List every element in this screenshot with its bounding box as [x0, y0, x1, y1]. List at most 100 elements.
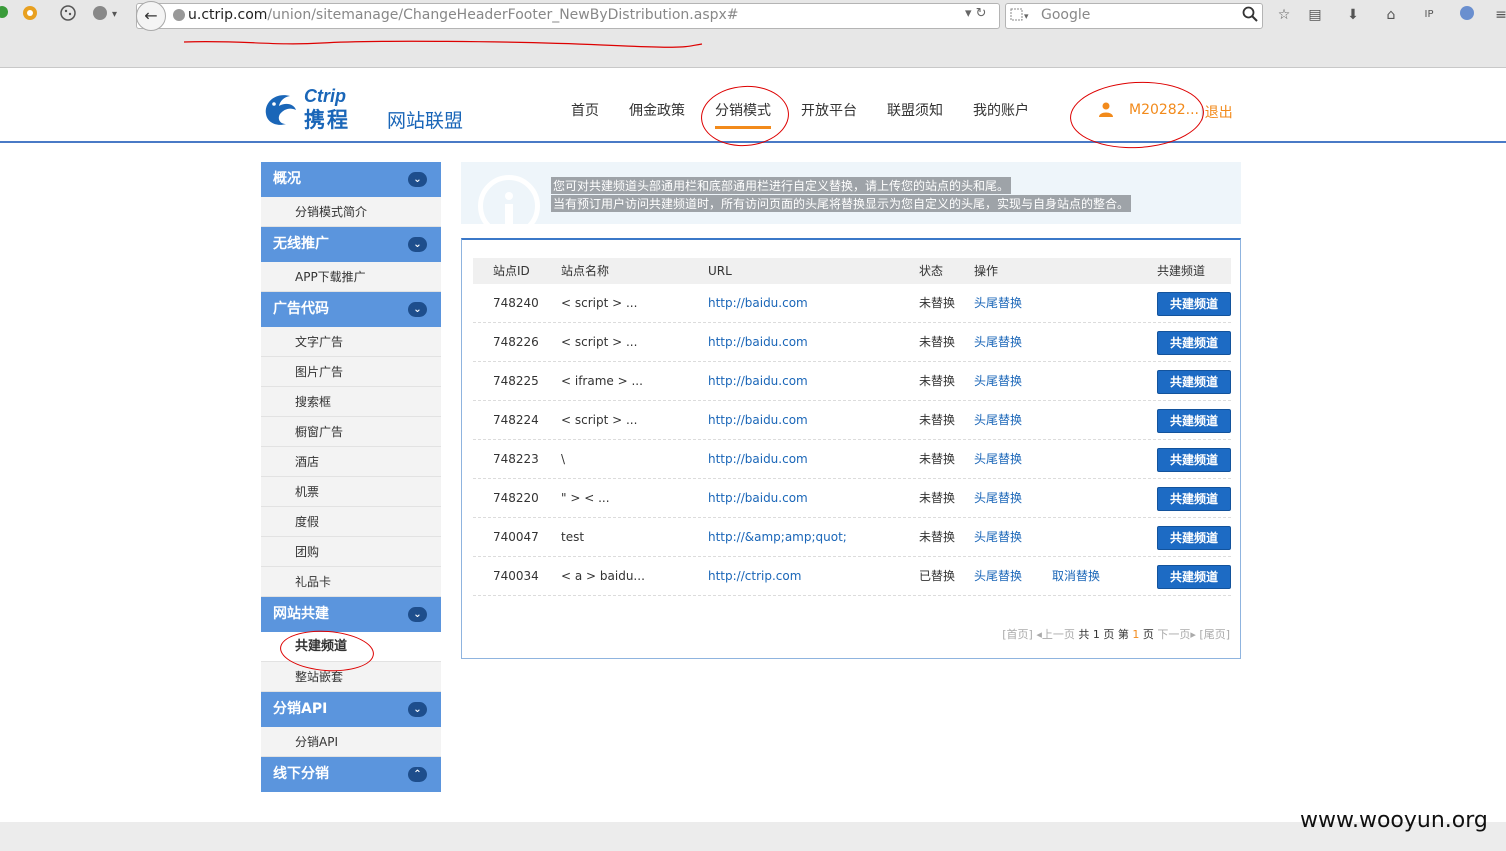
- pagination: [首页] ◂上一页 共 1 页 第 1 页 下一页▸ [尾页]: [1002, 626, 1230, 642]
- replace-header-footer-link[interactable]: 头尾替换: [974, 557, 1022, 595]
- nav-home[interactable]: 首页: [571, 100, 599, 120]
- sidebar-item-image-ad[interactable]: 图片广告: [261, 357, 441, 387]
- url-text[interactable]: u.ctrip.com/union/sitemanage/ChangeHeade…: [188, 7, 739, 23]
- cell-url-link[interactable]: http://baidu.com: [708, 323, 808, 361]
- sidebar-section-offline[interactable]: 线下分销 ⌃: [261, 757, 441, 792]
- ip-addon-icon[interactable]: IP: [1419, 5, 1439, 25]
- chevron-down-icon[interactable]: ⌄: [408, 702, 427, 717]
- nav-open-platform[interactable]: 开放平台: [801, 100, 857, 120]
- addon-icon[interactable]: [20, 5, 40, 25]
- cell-site-name: < a > baidu...: [561, 569, 645, 583]
- menu-icon[interactable]: ≡: [1491, 5, 1506, 25]
- cell-site-id: 740034: [493, 569, 539, 583]
- sidebar-item-hotel[interactable]: 酒店: [261, 447, 441, 477]
- download-icon[interactable]: ⬇: [1343, 5, 1363, 25]
- sidebar-item-group-buy[interactable]: 团购: [261, 537, 441, 567]
- back-button[interactable]: ←: [136, 1, 166, 31]
- cobuild-channel-button[interactable]: 共建频道: [1157, 565, 1231, 589]
- table-row: 740047 test http://&amp;amp;quot; 未替换 头尾替换 共建…: [473, 518, 1231, 557]
- cobuild-channel-button[interactable]: 共建频道: [1157, 370, 1231, 394]
- cobuild-channel-button[interactable]: 共建频道: [1157, 448, 1231, 472]
- cell-url-link[interactable]: http://baidu.com: [708, 401, 808, 439]
- annotation-underline: [183, 40, 703, 48]
- sidebar-section-api[interactable]: 分销API ⌄: [261, 692, 441, 727]
- pager-prev-label: 上一页: [1041, 628, 1075, 641]
- bookmarks-list-icon[interactable]: ▤: [1305, 5, 1325, 25]
- cobuild-channel-button[interactable]: 共建频道: [1157, 292, 1231, 316]
- sidebar-item-app-download[interactable]: APP下载推广: [261, 262, 441, 292]
- logout-link[interactable]: |退出: [1200, 102, 1233, 122]
- site-identity-icon[interactable]: [172, 8, 186, 25]
- logout-label: 退出: [1204, 105, 1233, 121]
- chevron-down-icon[interactable]: ⌄: [408, 172, 427, 187]
- cell-url-link[interactable]: http://&amp;amp;quot;: [708, 518, 847, 556]
- cell-site-name: < script > ...: [561, 413, 638, 427]
- sidebar-item-showcase-ad[interactable]: 橱窗广告: [261, 417, 441, 447]
- replace-header-footer-link[interactable]: 头尾替换: [974, 479, 1022, 517]
- addon-menu-icon[interactable]: ▾: [90, 5, 124, 25]
- replace-header-footer-link[interactable]: 头尾替换: [974, 518, 1022, 556]
- globe-addon-icon[interactable]: [1457, 5, 1477, 25]
- pager-next-label: 下一页: [1157, 628, 1191, 641]
- sidebar-section-mobile[interactable]: 无线推广 ⌄: [261, 227, 441, 262]
- cell-url-link[interactable]: http://baidu.com: [708, 284, 808, 322]
- sidebar-item-gift-card[interactable]: 礼品卡: [261, 567, 441, 597]
- cancel-replace-link[interactable]: 取消替换: [1052, 557, 1100, 595]
- cell-url-link[interactable]: http://baidu.com: [708, 440, 808, 478]
- table-row: 748240 < script > ... http://baidu.com 未替换 头…: [473, 284, 1231, 323]
- browser-app-icon[interactable]: [0, 5, 12, 25]
- cobuild-channel-button[interactable]: 共建频道: [1157, 409, 1231, 433]
- url-controls[interactable]: ▾ ↻: [965, 6, 987, 21]
- ctrip-logo[interactable]: Ctrip 携程 网站联盟: [260, 84, 470, 134]
- site-table-panel: 站点ID 站点名称 URL 状态 操作 共建频道 748240 < script …: [461, 238, 1241, 659]
- sidebar-item-api[interactable]: 分销API: [261, 727, 441, 757]
- notice-line-2: 当有预订用户访问共建频道时，所有访问页面的头尾将替换显示为您自定义的头尾，实现与…: [551, 195, 1132, 212]
- cell-status: 未替换: [919, 452, 956, 466]
- search-engine-icon[interactable]: ▾: [1010, 8, 1034, 25]
- info-icon: [478, 175, 540, 237]
- pager-page-number: 1: [1132, 628, 1140, 641]
- chevron-down-icon[interactable]: ⌄: [408, 237, 427, 252]
- cookie-icon[interactable]: [58, 5, 78, 25]
- pager-first[interactable]: [首页]: [1002, 628, 1033, 641]
- sidebar-section-site-cobuild[interactable]: 网站共建 ⌄: [261, 597, 441, 632]
- nav-my-account[interactable]: 我的账户: [973, 100, 1029, 120]
- sidebar-section-overview[interactable]: 概况 ⌄: [261, 162, 441, 197]
- pager-next[interactable]: 下一页▸: [1157, 628, 1196, 641]
- home-icon[interactable]: ⌂: [1381, 5, 1401, 25]
- cell-url-link[interactable]: http://baidu.com: [708, 362, 808, 400]
- pager-last[interactable]: [尾页]: [1199, 628, 1230, 641]
- chevron-down-icon[interactable]: ⌄: [408, 302, 427, 317]
- logo-text-cn: 携程: [304, 108, 350, 132]
- cobuild-channel-button[interactable]: 共建频道: [1157, 331, 1231, 355]
- sidebar-item-flight[interactable]: 机票: [261, 477, 441, 507]
- page-footer: [0, 822, 1506, 851]
- sidebar-item-search-box[interactable]: 搜索框: [261, 387, 441, 417]
- cell-url-link[interactable]: http://ctrip.com: [708, 557, 801, 595]
- replace-header-footer-link[interactable]: 头尾替换: [974, 440, 1022, 478]
- section-title: 广告代码: [273, 301, 329, 317]
- logo-subtitle: 网站联盟: [387, 110, 464, 132]
- bookmark-star-icon[interactable]: ☆: [1274, 5, 1294, 25]
- replace-header-footer-link[interactable]: 头尾替换: [974, 401, 1022, 439]
- cell-url-link[interactable]: http://baidu.com: [708, 479, 808, 517]
- cobuild-channel-button[interactable]: 共建频道: [1157, 487, 1231, 511]
- replace-header-footer-link[interactable]: 头尾替换: [974, 323, 1022, 361]
- chevron-down-icon[interactable]: ⌄: [408, 607, 427, 622]
- sidebar-item-vacation[interactable]: 度假: [261, 507, 441, 537]
- replace-header-footer-link[interactable]: 头尾替换: [974, 284, 1022, 322]
- sidebar-item-text-ad[interactable]: 文字广告: [261, 327, 441, 357]
- sidebar-section-ad-code[interactable]: 广告代码 ⌄: [261, 292, 441, 327]
- search-icon[interactable]: [1242, 6, 1258, 25]
- table-row: 740034 < a > baidu... http://ctrip.com 已替换 头…: [473, 557, 1231, 596]
- nav-commission[interactable]: 佣金政策: [629, 100, 685, 120]
- cell-status: 未替换: [919, 491, 956, 505]
- chevron-up-icon[interactable]: ⌃: [408, 767, 427, 782]
- cobuild-channel-button[interactable]: 共建频道: [1157, 526, 1231, 550]
- pager-prev[interactable]: ◂上一页: [1036, 628, 1075, 641]
- col-operation: 操作: [974, 264, 999, 278]
- nav-notice[interactable]: 联盟须知: [887, 100, 943, 120]
- replace-header-footer-link[interactable]: 头尾替换: [974, 362, 1022, 400]
- sidebar-item-distribution-intro[interactable]: 分销模式简介: [261, 197, 441, 227]
- col-url: URL: [708, 264, 732, 278]
